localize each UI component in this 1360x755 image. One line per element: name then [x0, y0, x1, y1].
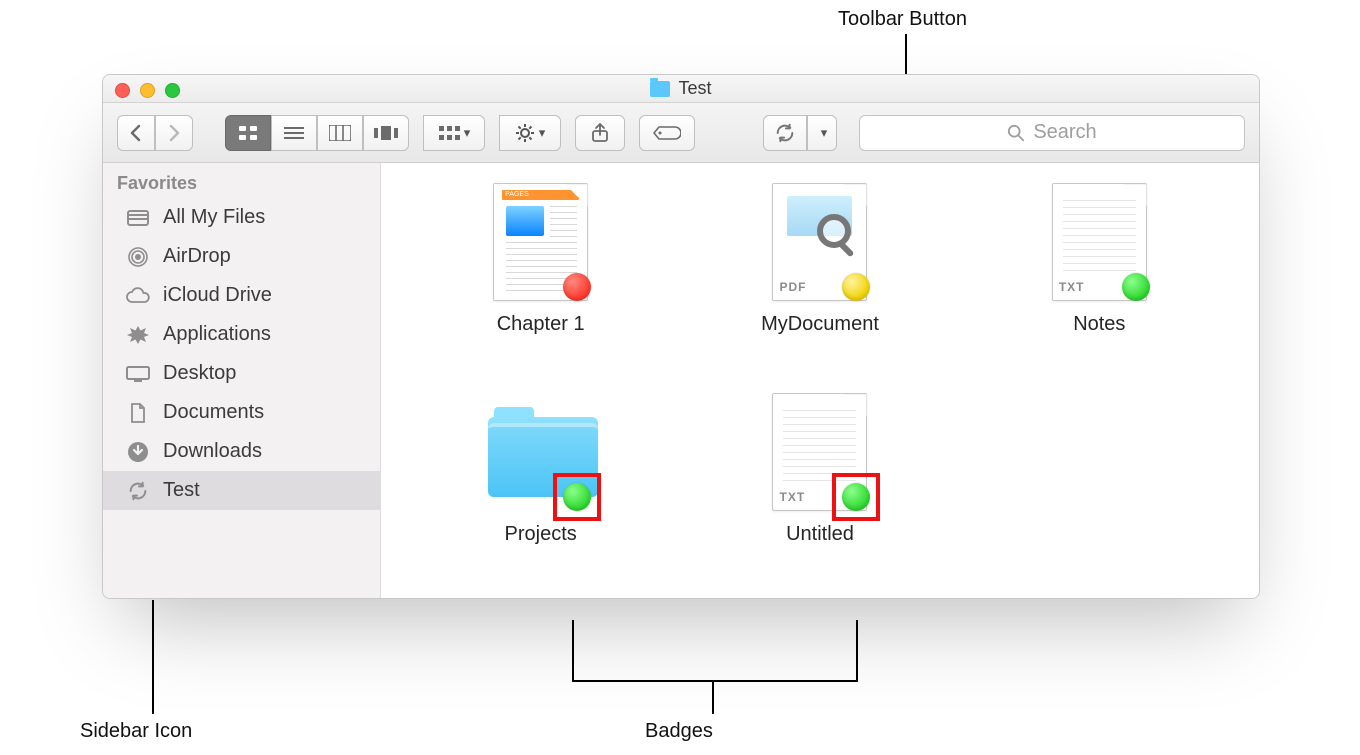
action-button-group: ▾	[499, 115, 561, 151]
file-label: MyDocument	[761, 313, 879, 336]
titlebar: Test	[103, 75, 1259, 103]
file-label: Untitled	[786, 523, 854, 546]
sidebar-item-label: Test	[163, 479, 200, 502]
sidebar-item-label: AirDrop	[163, 245, 231, 268]
all-my-files-icon	[125, 207, 151, 229]
status-badge	[1122, 273, 1150, 301]
minimize-button[interactable]	[140, 83, 155, 98]
sidebar-item-icloud-drive[interactable]: iCloud Drive	[103, 276, 380, 315]
sidebar-item-desktop[interactable]: Desktop	[103, 354, 380, 393]
file-item[interactable]: PDF MyDocument	[700, 183, 939, 373]
callout-line	[856, 620, 858, 682]
callout-line	[572, 620, 574, 680]
callout-line	[712, 680, 714, 714]
applications-icon	[125, 324, 151, 346]
txt-document-icon: TXT	[767, 393, 872, 513]
gear-icon	[515, 123, 535, 143]
toolbar: ▾ ▾	[103, 103, 1259, 163]
view-switcher	[225, 115, 409, 151]
file-item[interactable]: TXT Untitled	[700, 393, 939, 583]
close-button[interactable]	[115, 83, 130, 98]
callout-sidebar-icon: Sidebar Icon	[80, 720, 192, 743]
sidebar-item-label: Desktop	[163, 362, 236, 385]
nav-buttons	[117, 115, 193, 151]
back-button[interactable]	[117, 115, 155, 151]
tag-icon	[653, 125, 681, 141]
file-label: Projects	[505, 523, 577, 546]
window-title: Test	[678, 78, 711, 99]
share-button[interactable]	[575, 115, 625, 151]
sidebar-item-test[interactable]: Test	[103, 471, 380, 510]
forward-button[interactable]	[155, 115, 193, 151]
arrange-button[interactable]: ▾	[423, 115, 485, 151]
folder-icon	[650, 81, 670, 97]
search-placeholder: Search	[1033, 121, 1096, 144]
list-view-button[interactable]	[271, 115, 317, 151]
search-field[interactable]: Search	[859, 115, 1245, 151]
status-badge	[563, 273, 591, 301]
desktop-icon	[125, 363, 151, 385]
sidebar-heading: Favorites	[103, 169, 380, 198]
file-label: Notes	[1073, 313, 1125, 336]
file-item[interactable]: Projects	[421, 393, 660, 583]
grid-icon	[238, 125, 258, 141]
column-view-button[interactable]	[317, 115, 363, 151]
highlight-box	[832, 473, 880, 521]
arrange-icon	[438, 125, 460, 141]
chevron-down-icon: ▾	[821, 125, 828, 141]
sidebar-item-label: All My Files	[163, 206, 265, 229]
window-body: Favorites All My Files AirDrop iCloud Dr…	[103, 163, 1259, 598]
chevron-down-icon: ▾	[539, 125, 546, 141]
callout-badges: Badges	[645, 720, 713, 743]
search-icon	[1007, 124, 1025, 142]
callout-toolbar-button: Toolbar Button	[838, 8, 967, 31]
list-icon	[284, 126, 304, 140]
sidebar-item-label: Documents	[163, 401, 264, 424]
txt-document-icon: TXT	[1047, 183, 1152, 303]
sidebar-item-label: Applications	[163, 323, 271, 346]
callout-line	[152, 600, 154, 714]
file-grid: PAGES Chapter 1 PDF	[381, 163, 1259, 598]
file-item[interactable]: TXT Notes	[980, 183, 1219, 373]
columns-icon	[329, 125, 351, 141]
action-button[interactable]: ▾	[499, 115, 561, 151]
coverflow-icon	[374, 125, 398, 141]
highlight-box	[553, 473, 601, 521]
sidebar-item-label: iCloud Drive	[163, 284, 272, 307]
coverflow-view-button[interactable]	[363, 115, 409, 151]
sidebar-item-label: Downloads	[163, 440, 262, 463]
sidebar-item-all-my-files[interactable]: All My Files	[103, 198, 380, 237]
airdrop-icon	[125, 246, 151, 268]
pages-document-icon: PAGES	[488, 183, 593, 303]
pdf-tag: PDF	[779, 280, 806, 294]
sidebar-item-applications[interactable]: Applications	[103, 315, 380, 354]
folder-icon	[488, 393, 593, 513]
tags-button[interactable]	[639, 115, 695, 151]
downloads-icon	[125, 441, 151, 463]
txt-tag: TXT	[779, 490, 805, 504]
sync-toolbar-button-group: ▾	[763, 115, 837, 151]
file-item[interactable]: PAGES Chapter 1	[421, 183, 660, 373]
sidebar-item-airdrop[interactable]: AirDrop	[103, 237, 380, 276]
documents-icon	[125, 402, 151, 424]
sync-toolbar-button[interactable]	[763, 115, 807, 151]
arrange-button-group: ▾	[423, 115, 485, 151]
sidebar-item-downloads[interactable]: Downloads	[103, 432, 380, 471]
zoom-button[interactable]	[165, 83, 180, 98]
chevron-down-icon: ▾	[464, 125, 471, 141]
icloud-drive-icon	[125, 285, 151, 307]
file-label: Chapter 1	[497, 313, 585, 336]
sync-toolbar-dropdown[interactable]: ▾	[807, 115, 837, 151]
share-icon	[591, 123, 609, 143]
sync-icon	[125, 480, 151, 502]
txt-tag: TXT	[1059, 280, 1085, 294]
sync-icon	[774, 122, 796, 144]
callout-line	[572, 680, 858, 682]
sidebar: Favorites All My Files AirDrop iCloud Dr…	[103, 163, 381, 598]
sidebar-item-documents[interactable]: Documents	[103, 393, 380, 432]
finder-window: Test	[102, 74, 1260, 599]
icon-view-button[interactable]	[225, 115, 271, 151]
pdf-document-icon: PDF	[767, 183, 872, 303]
